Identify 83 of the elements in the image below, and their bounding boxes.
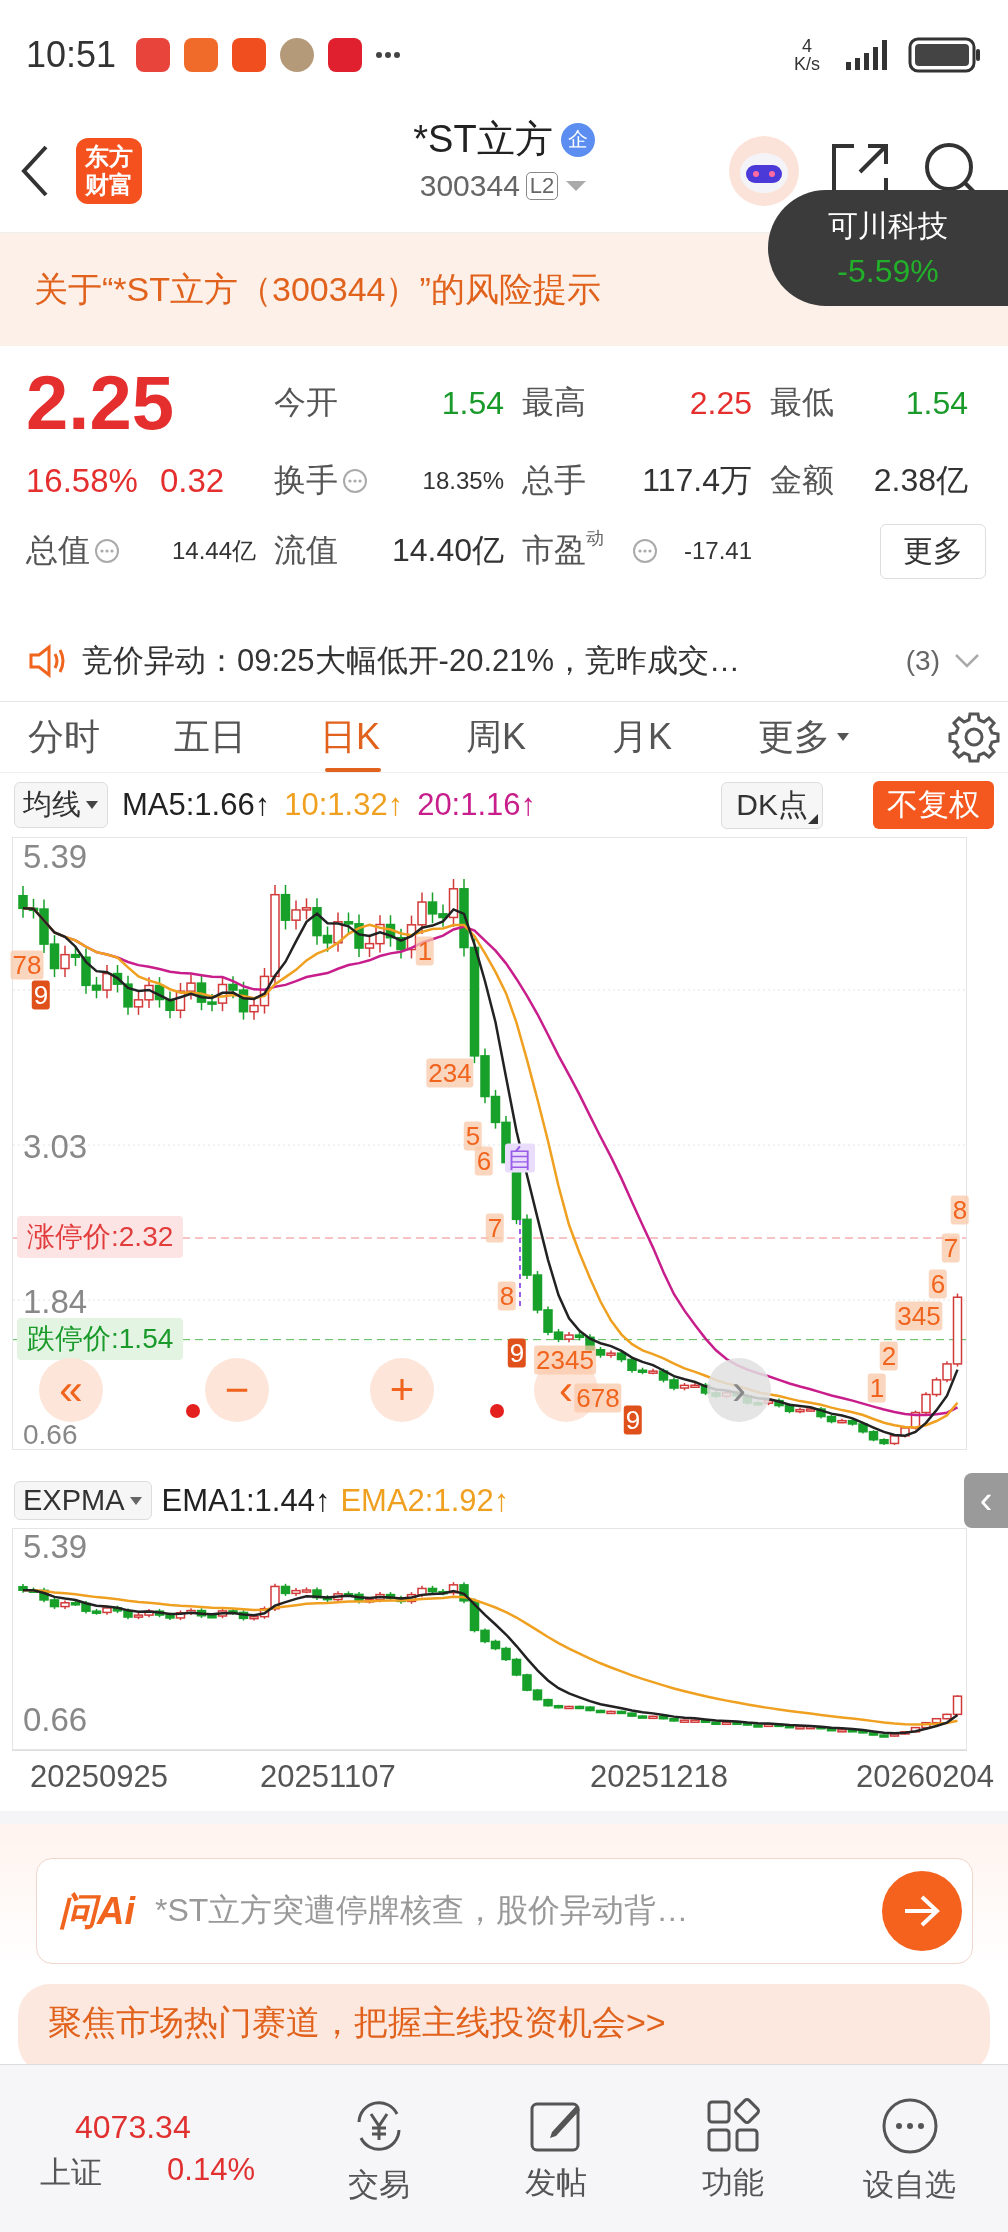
status-time: 10:51 — [26, 34, 117, 76]
stat-label: 总手 — [522, 461, 586, 500]
signal-marker: 6 — [928, 1269, 948, 1299]
limit-down-label: 跌停价:1.54 — [17, 1317, 184, 1360]
stat-label: 流值 — [274, 531, 338, 570]
stat-label: 换手 — [274, 461, 338, 500]
stat-value: 14.44亿 — [171, 536, 256, 566]
signal-marker: 6 — [474, 1146, 494, 1176]
date-label: 20251218 — [590, 1759, 728, 1795]
signal-marker: 1 — [415, 936, 435, 966]
price-axis-label: 0.66 — [23, 1421, 78, 1449]
signal-marker: 自 — [505, 1143, 535, 1173]
signal-marker: 7 — [485, 1213, 505, 1243]
date-label: 20260204 — [856, 1759, 994, 1795]
signal-marker: 5 — [463, 1121, 483, 1151]
signal-marker: 9 — [507, 1338, 527, 1368]
price-axis-label: 3.03 — [23, 1128, 88, 1166]
level-badge: L2 — [525, 172, 559, 200]
nav-item[interactable]: 交易 — [290, 2096, 467, 2206]
date-label: 20250925 — [30, 1759, 168, 1795]
price-axis-label: 5.39 — [23, 1529, 88, 1566]
signal-marker: 2345 — [534, 1345, 596, 1375]
stat-value: 2.38亿 — [873, 461, 968, 500]
period-tab[interactable]: 周K — [466, 702, 612, 772]
signal-marker: 678 — [574, 1383, 622, 1413]
signal-marker: 78 — [10, 950, 44, 980]
stat-label: 市盈$^{动}$ — [522, 529, 604, 570]
nav-item[interactable]: 设自选 — [821, 2096, 998, 2206]
auction-notice[interactable]: 竞价异动：09:25大幅低开-20.21%，竞昨成交… — [82, 640, 741, 682]
period-tab[interactable]: 五日 — [174, 702, 320, 772]
ema-value: EMA1:1.44↑ — [161, 1482, 331, 1519]
index-ticker[interactable]: 4073.34 上证 0.14% — [10, 2108, 290, 2194]
stat-label: 总值 — [26, 531, 90, 570]
indicator-select[interactable]: EXPMA — [14, 1481, 152, 1520]
signal-marker: 9 — [31, 980, 51, 1010]
period-tab[interactable]: 更多 — [758, 702, 904, 772]
stat-label: 最高 — [522, 383, 586, 422]
period-tab[interactable]: 日K — [320, 702, 466, 772]
ma-value: MA5:1.66↑ — [122, 787, 271, 823]
stat-value: 1.54 — [905, 384, 968, 422]
stock-code: 300344 — [419, 169, 520, 203]
signal-marker: 345 — [895, 1301, 943, 1331]
change-percent: 16.58% — [26, 462, 138, 500]
ai-prompt: *ST立方突遭停牌核查，股价异动背… — [155, 1891, 689, 1930]
signal-marker: 1 — [867, 1373, 887, 1403]
ema-value: EMA2:1.92↑ — [340, 1482, 510, 1519]
network-speed: 4 K/s — [794, 37, 820, 73]
stat-label: 最低 — [770, 383, 834, 422]
indicator-select[interactable]: 均线 — [14, 782, 108, 828]
more-button[interactable]: 更多 — [880, 523, 986, 579]
dk-button[interactable]: DK点 — [721, 781, 823, 829]
period-tab[interactable]: 分时 — [28, 702, 174, 772]
stat-label: 今开 — [274, 383, 338, 422]
stat-value: 18.35% — [422, 467, 504, 495]
nav-item[interactable]: 功能 — [644, 2098, 821, 2204]
enterprise-badge: 企 — [560, 122, 595, 157]
stat-value: 1.54 — [441, 384, 504, 422]
stock-toast[interactable]: 可川科技 -5.59% — [768, 190, 1008, 306]
signal-marker: 234 — [426, 1058, 474, 1088]
price-axis-label: 5.39 — [23, 838, 88, 876]
period-tab[interactable]: 月K — [612, 702, 758, 772]
ma-value: 20:1.16↑ — [417, 787, 537, 823]
stat-label: 金额 — [770, 461, 834, 500]
stock-name: *ST立方 — [413, 117, 553, 162]
signal-marker: 2 — [879, 1341, 899, 1371]
date-label: 20251107 — [260, 1759, 396, 1795]
signal-marker: 8 — [950, 1195, 970, 1225]
notice-count: (3) — [905, 645, 940, 677]
stat-value: 117.4万 — [642, 461, 752, 500]
change-amount: 0.32 — [159, 462, 225, 500]
signal-marker: 9 — [623, 1405, 643, 1435]
stat-value: 2.25 — [689, 384, 752, 422]
price-axis-label: 0.66 — [23, 1701, 88, 1739]
stat-value: -17.41 — [683, 537, 752, 565]
ai-logo: 问Ai — [59, 1888, 135, 1934]
ma-value: 10:1.32↑ — [284, 787, 404, 823]
current-price: 2.25 — [26, 365, 175, 441]
signal-marker: 8 — [497, 1281, 517, 1311]
limit-up-label: 涨停价:2.32 — [17, 1216, 184, 1258]
app-logo: 东方 财富 — [76, 138, 142, 204]
nav-item[interactable]: 发帖 — [467, 2098, 644, 2204]
signal-marker: 7 — [941, 1233, 961, 1263]
stat-value: 14.40亿 — [391, 531, 504, 570]
